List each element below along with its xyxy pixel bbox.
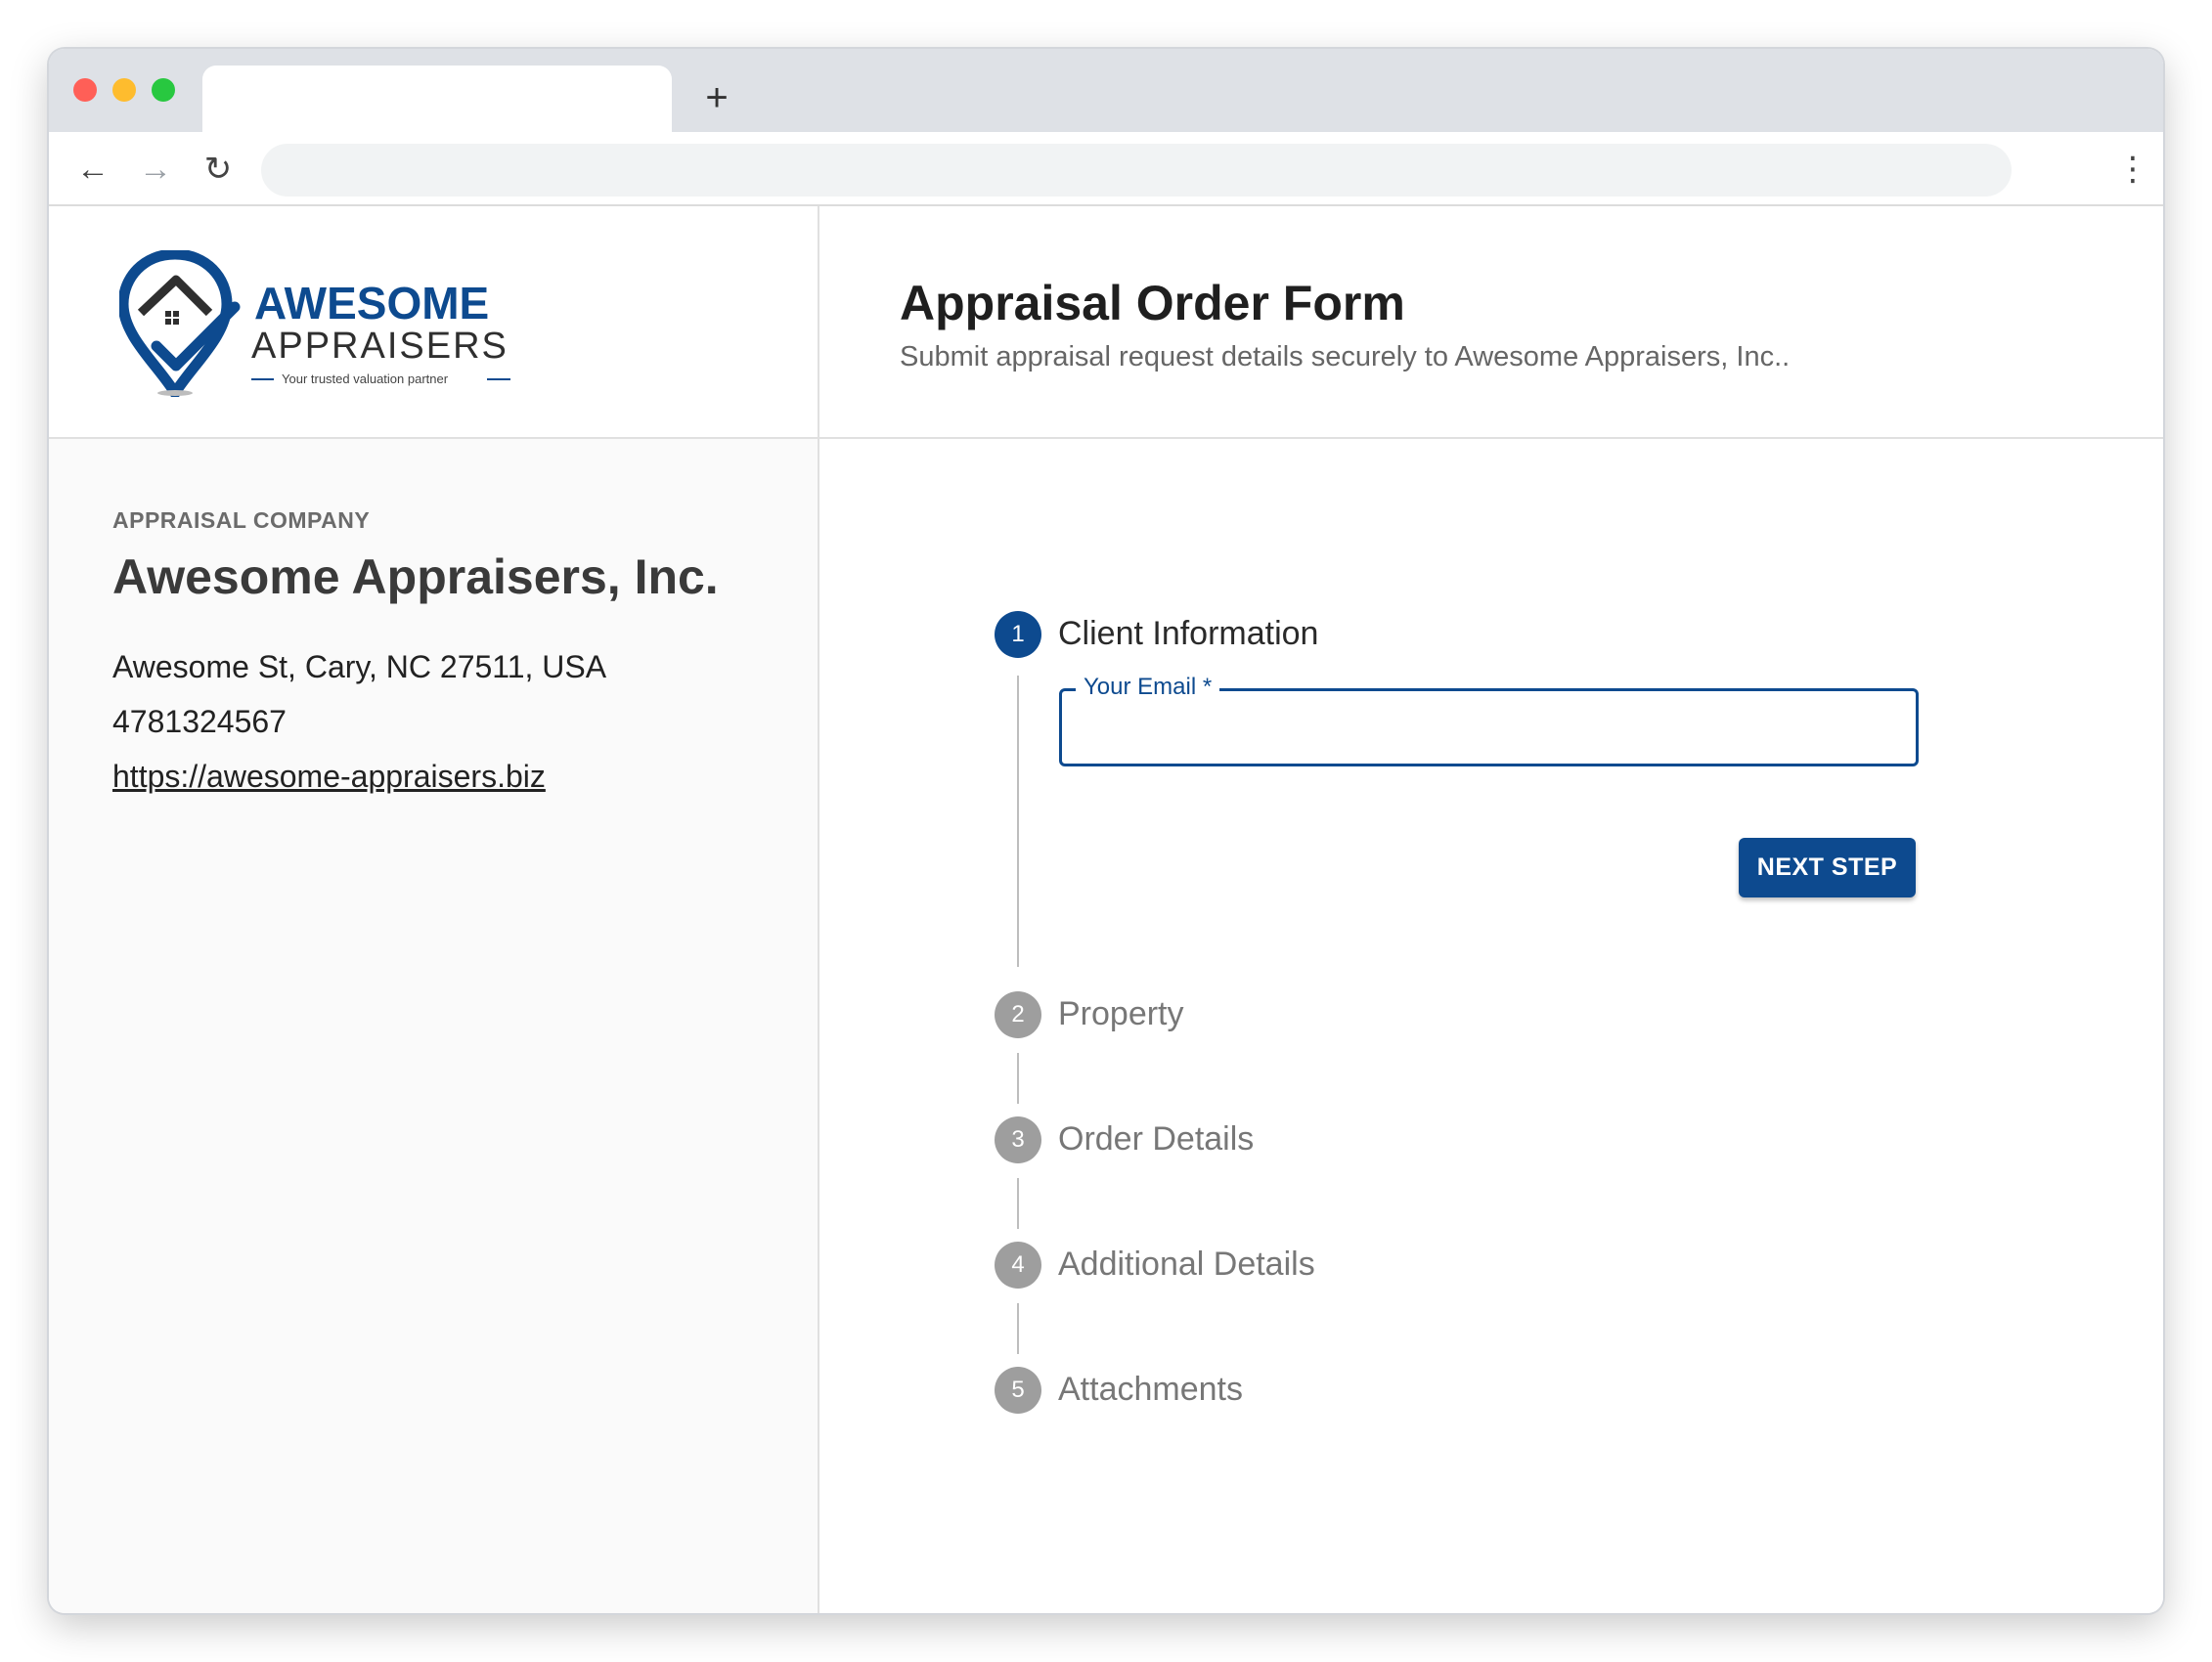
email-field-label: Your Email * bbox=[1076, 674, 1220, 701]
step-5-indicator[interactable]: 5 bbox=[995, 1367, 1041, 1414]
step-3-indicator[interactable]: 3 bbox=[995, 1116, 1041, 1163]
step-4-label[interactable]: Additional Details bbox=[1058, 1246, 1315, 1284]
company-info: APPRAISAL COMPANY Awesome Appraisers, In… bbox=[49, 439, 818, 1613]
step-4-indicator[interactable]: 4 bbox=[995, 1242, 1041, 1289]
page-subtitle: Submit appraisal request details securel… bbox=[900, 341, 1791, 372]
back-icon[interactable]: ← bbox=[73, 150, 112, 189]
browser-window: + ← → ↻ ⋮ AWESOME APPRAISERS Your truste… bbox=[49, 49, 2163, 1613]
tab-strip: + bbox=[49, 49, 2163, 132]
logo-line1: AWESOME bbox=[254, 278, 489, 328]
browser-menu-icon[interactable]: ⋮ bbox=[2116, 150, 2149, 189]
step-1-indicator[interactable]: 1 bbox=[995, 611, 1041, 658]
minimize-window-button[interactable] bbox=[112, 78, 136, 102]
company-logo: AWESOME APPRAISERS Your trusted valuatio… bbox=[119, 250, 510, 397]
house-icon bbox=[137, 275, 213, 317]
step-3-label[interactable]: Order Details bbox=[1058, 1120, 1254, 1159]
next-step-button[interactable]: NEXT STEP bbox=[1739, 838, 1916, 897]
email-input[interactable] bbox=[1062, 691, 1916, 764]
left-panel: AWESOME APPRAISERS Your trusted valuatio… bbox=[49, 206, 819, 1613]
address-bar[interactable] bbox=[261, 144, 2012, 197]
logo-line2: APPRAISERS bbox=[251, 326, 509, 367]
form-panel: Appraisal Order Form Submit appraisal re… bbox=[819, 206, 2163, 1613]
step-connector bbox=[1017, 1178, 1019, 1229]
maximize-window-button[interactable] bbox=[152, 78, 175, 102]
new-tab-button[interactable]: + bbox=[697, 78, 736, 117]
close-window-button[interactable] bbox=[73, 78, 97, 102]
company-section-label: APPRAISAL COMPANY bbox=[112, 507, 371, 533]
step-1-label[interactable]: Client Information bbox=[1058, 615, 1318, 653]
step-connector bbox=[1017, 1053, 1019, 1104]
reload-icon[interactable]: ↻ bbox=[199, 150, 238, 189]
company-address: Awesome St, Cary, NC 27511, USA bbox=[112, 649, 607, 684]
step-2-indicator[interactable]: 2 bbox=[995, 991, 1041, 1038]
page-title: Appraisal Order Form bbox=[900, 276, 1405, 330]
email-field[interactable]: Your Email * bbox=[1059, 674, 1919, 766]
browser-toolbar: ← → ↻ ⋮ bbox=[49, 132, 2163, 206]
company-phone: 4781324567 bbox=[112, 704, 287, 739]
company-name: Awesome Appraisers, Inc. bbox=[112, 549, 719, 604]
forward-icon[interactable]: → bbox=[136, 150, 175, 189]
step-connector bbox=[1017, 1303, 1019, 1354]
logo-tagline: Your trusted valuation partner bbox=[282, 372, 449, 386]
step-5-label[interactable]: Attachments bbox=[1058, 1371, 1243, 1409]
step-2-label[interactable]: Property bbox=[1058, 995, 1184, 1033]
browser-tab[interactable] bbox=[202, 66, 672, 132]
form-header: Appraisal Order Form Submit appraisal re… bbox=[819, 206, 2163, 439]
company-website-link[interactable]: https://awesome-appraisers.biz bbox=[112, 759, 546, 795]
logo-area: AWESOME APPRAISERS Your trusted valuatio… bbox=[49, 206, 818, 439]
page-content: AWESOME APPRAISERS Your trusted valuatio… bbox=[49, 206, 2163, 1613]
step-connector bbox=[1017, 676, 1019, 967]
